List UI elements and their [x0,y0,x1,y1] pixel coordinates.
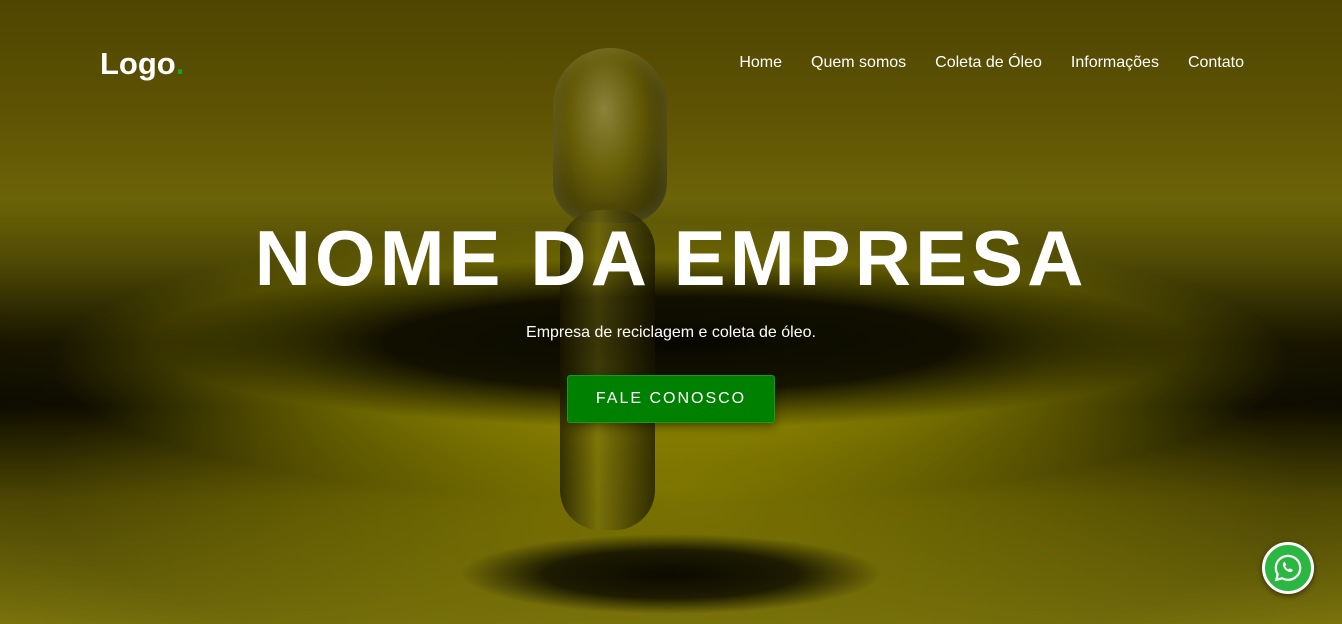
hero-content: NOME DA EMPRESA Empresa de reciclagem e … [0,210,1342,423]
main-nav: Home Quem somos Coleta de Óleo Informaçõ… [739,52,1244,74]
site-header: Logo. Home Quem somos Coleta de Óleo Inf… [0,0,1342,120]
hero-subtitle: Empresa de reciclagem e coleta de óleo. [526,324,816,341]
nav-link-coleta-de-oleo[interactable]: Coleta de Óleo [935,52,1042,74]
whatsapp-icon [1274,554,1302,582]
logo-text: Logo [100,46,176,81]
nav-link-contato[interactable]: Contato [1188,52,1244,74]
logo-link[interactable]: Logo. [100,44,184,84]
fale-conosco-button[interactable]: FALE CONOSCO [567,375,775,423]
nav-link-quem-somos[interactable]: Quem somos [811,52,906,74]
logo-dot: . [175,46,185,81]
nav-link-informacoes[interactable]: Informações [1071,52,1159,74]
whatsapp-button[interactable] [1262,542,1314,594]
nav-link-home[interactable]: Home [739,52,782,74]
hero-title: NOME DA EMPRESA [254,214,1088,302]
